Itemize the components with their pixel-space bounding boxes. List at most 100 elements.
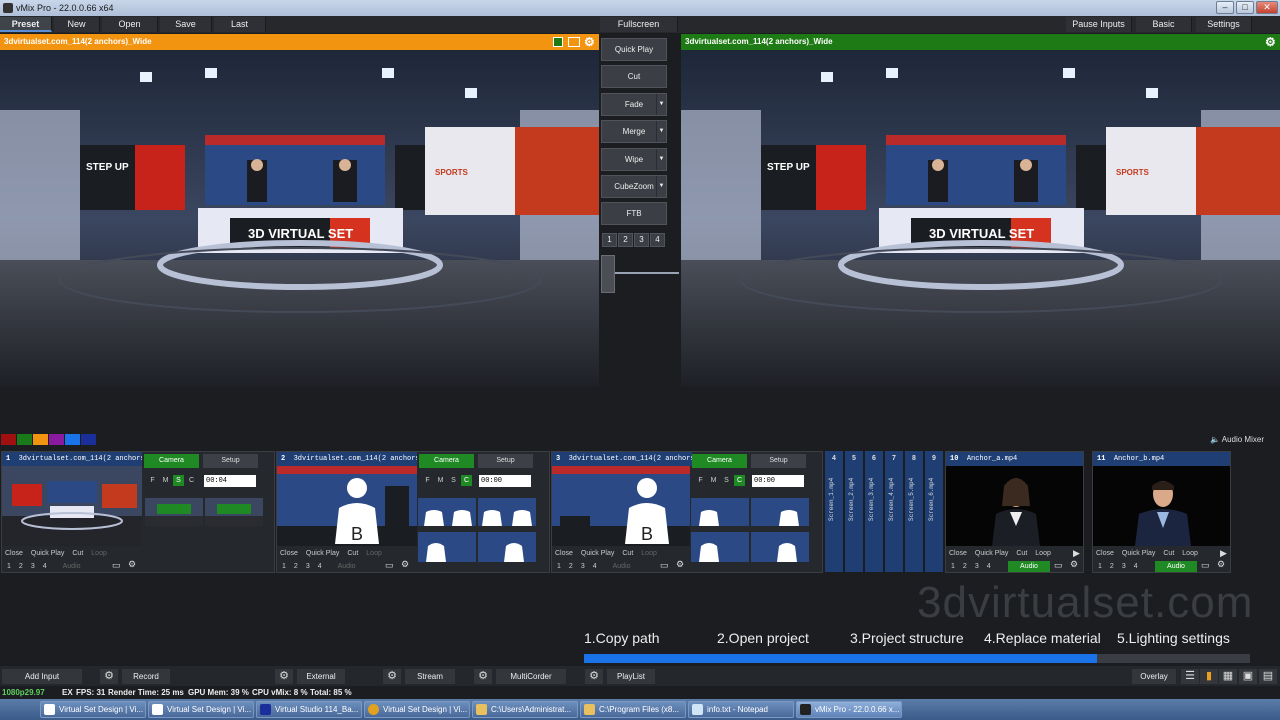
- color-swatch[interactable]: [81, 434, 96, 445]
- quick-play-input-button[interactable]: Quick Play: [578, 549, 617, 559]
- gear-icon[interactable]: ⚙: [1070, 559, 1078, 570]
- close-button[interactable]: ✕: [1256, 1, 1278, 14]
- taskbar-item[interactable]: info.txt - Notepad: [688, 701, 794, 718]
- loop-button[interactable]: Loop: [1032, 549, 1054, 559]
- input-7[interactable]: 7 Screen_4.mp4: [885, 451, 903, 572]
- close-input-button[interactable]: Close: [1093, 549, 1117, 559]
- gear-icon[interactable]: ⚙: [584, 34, 595, 50]
- program-video[interactable]: STEP UP SPORTS 3D VIRTUAL SET: [681, 50, 1280, 387]
- color-swatch[interactable]: [49, 434, 64, 445]
- gear-icon[interactable]: ⚙: [474, 669, 492, 684]
- overlay-2-button[interactable]: 2: [16, 562, 26, 572]
- gear-icon[interactable]: ⚙: [275, 669, 293, 684]
- play-icon[interactable]: ▶: [1073, 548, 1080, 559]
- gear-icon[interactable]: ⚙: [128, 559, 136, 570]
- overlay-2-button[interactable]: 2: [960, 562, 970, 572]
- time-field[interactable]: 00:00: [752, 475, 804, 487]
- overlay-1-button[interactable]: 1: [1095, 562, 1105, 572]
- play-icon[interactable]: ▶: [1220, 548, 1227, 559]
- loop-button[interactable]: Loop: [88, 549, 110, 559]
- c-toggle[interactable]: C: [461, 475, 472, 486]
- t-bar-handle[interactable]: [601, 255, 615, 293]
- overlay-3-button[interactable]: 3: [972, 562, 982, 572]
- preview-status-icon[interactable]: [553, 37, 563, 47]
- pause-inputs-button[interactable]: Pause Inputs: [1066, 17, 1132, 32]
- cut-input-button[interactable]: Cut: [69, 549, 86, 559]
- fullscreen-button[interactable]: Fullscreen: [600, 17, 678, 32]
- gear-icon[interactable]: ⚙: [383, 669, 401, 684]
- taskbar-item[interactable]: Virtual Studio 114_Ba...: [256, 701, 362, 718]
- close-input-button[interactable]: Close: [277, 549, 301, 559]
- quick-play-button[interactable]: Quick Play: [601, 38, 667, 61]
- stream-button[interactable]: Stream: [405, 669, 455, 684]
- camera-thumb-1[interactable]: [145, 498, 203, 526]
- taskbar-item[interactable]: C:\Program Files (x8...: [580, 701, 686, 718]
- cut-input-button[interactable]: Cut: [1160, 549, 1177, 559]
- overlay-4-button[interactable]: 4: [1131, 562, 1141, 572]
- wipe-button[interactable]: Wipe ▼: [601, 148, 667, 171]
- overlay-2-button[interactable]: 2: [1107, 562, 1117, 572]
- camera-button[interactable]: Camera: [144, 454, 199, 468]
- camera-thumb-4[interactable]: [751, 532, 809, 562]
- input-11[interactable]: 11 Anchor_b.mp4 Close Quick Play Cut Loop ▶…: [1092, 451, 1231, 573]
- list-view-icon[interactable]: ☰: [1181, 669, 1199, 684]
- m-toggle[interactable]: M: [160, 475, 171, 486]
- cut-input-button[interactable]: Cut: [619, 549, 636, 559]
- monitor-icon[interactable]: ▭: [1201, 560, 1210, 571]
- fullscreen-icon[interactable]: ▣: [1239, 669, 1257, 684]
- input-8[interactable]: 8 Screen_5.mp4: [905, 451, 923, 572]
- gear-icon[interactable]: ⚙: [585, 669, 603, 684]
- time-field[interactable]: 00:04: [204, 475, 256, 487]
- audio-button[interactable]: Audio: [610, 562, 634, 572]
- gear-icon[interactable]: ⚙: [1217, 559, 1225, 570]
- cubezoom-button[interactable]: CubeZoom ▼: [601, 175, 667, 198]
- c-toggle[interactable]: C: [186, 475, 197, 486]
- c-toggle[interactable]: C: [734, 475, 745, 486]
- overlay-4-button[interactable]: 4: [590, 562, 600, 572]
- list-icon[interactable]: [568, 37, 580, 47]
- last-button[interactable]: Last: [214, 17, 266, 32]
- close-input-button[interactable]: Close: [946, 549, 970, 559]
- minimize-button[interactable]: –: [1216, 1, 1234, 14]
- chevron-down-icon[interactable]: ▼: [656, 94, 666, 115]
- cut-button[interactable]: Cut: [601, 65, 667, 88]
- chevron-down-icon[interactable]: ▼: [656, 176, 666, 197]
- gear-icon[interactable]: ⚙: [676, 559, 684, 570]
- camera-button[interactable]: Camera: [692, 454, 747, 468]
- cut-input-button[interactable]: Cut: [1013, 549, 1030, 559]
- transition-1-button[interactable]: 1: [602, 233, 617, 247]
- overlay-3-button[interactable]: 3: [28, 562, 38, 572]
- camera-thumb-2[interactable]: [205, 498, 263, 526]
- transition-4-button[interactable]: 4: [650, 233, 665, 247]
- overlay-1-button[interactable]: 1: [948, 562, 958, 572]
- transition-2-button[interactable]: 2: [618, 233, 633, 247]
- new-button[interactable]: New: [54, 17, 100, 32]
- quick-play-input-button[interactable]: Quick Play: [1119, 549, 1158, 559]
- input-6[interactable]: 6 Screen_3.mp4: [865, 451, 883, 572]
- camera-thumb-1[interactable]: [418, 498, 476, 526]
- overlay-4-button[interactable]: 4: [40, 562, 50, 572]
- ftb-button[interactable]: FTB: [601, 202, 667, 225]
- setup-button[interactable]: Setup: [203, 454, 258, 468]
- overlay-3-button[interactable]: 3: [303, 562, 313, 572]
- s-toggle[interactable]: S: [173, 475, 184, 486]
- color-swatch[interactable]: [17, 434, 32, 445]
- maximize-button[interactable]: □: [1236, 1, 1254, 14]
- taskbar-item[interactable]: vMix Pro - 22.0.0.66 x...: [796, 701, 902, 718]
- input-1[interactable]: 1 3dvirtualset.com_114(2 anchors)_Wide C…: [1, 451, 275, 573]
- overlay-2-button[interactable]: 2: [291, 562, 301, 572]
- multicorder-button[interactable]: MultiCorder: [496, 669, 566, 684]
- chevron-down-icon[interactable]: ▼: [656, 121, 666, 142]
- record-button[interactable]: Record: [122, 669, 170, 684]
- quick-play-input-button[interactable]: Quick Play: [28, 549, 67, 559]
- overlay-button[interactable]: Overlay: [1132, 669, 1176, 684]
- m-toggle[interactable]: M: [435, 475, 446, 486]
- transition-3-button[interactable]: 3: [634, 233, 649, 247]
- save-button[interactable]: Save: [160, 17, 212, 32]
- camera-thumb-2[interactable]: [751, 498, 809, 526]
- external-button[interactable]: External: [297, 669, 345, 684]
- overlay-3-button[interactable]: 3: [578, 562, 588, 572]
- color-swatch[interactable]: [65, 434, 80, 445]
- input-9[interactable]: 9 Screen_6.mp4: [925, 451, 943, 572]
- chevron-down-icon[interactable]: ▼: [656, 149, 666, 170]
